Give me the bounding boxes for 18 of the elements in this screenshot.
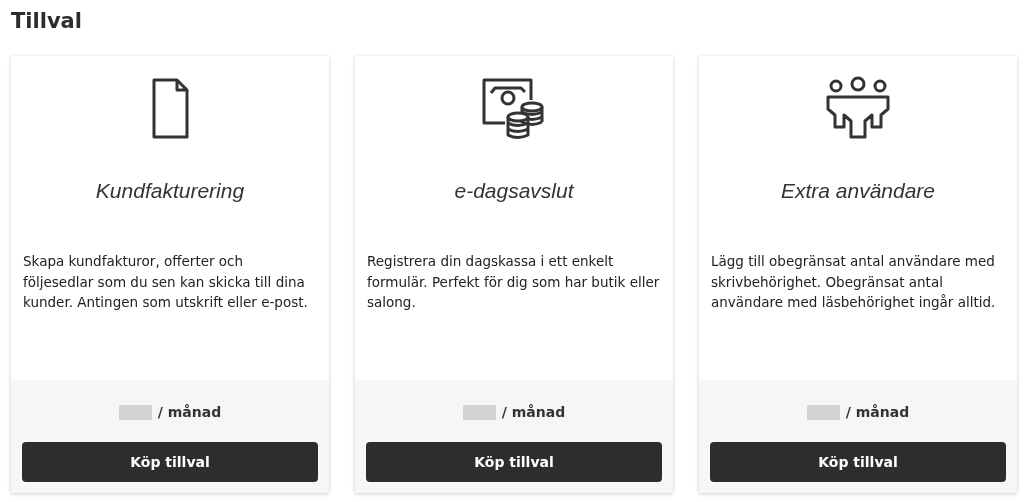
option-description: Skapa kundfakturor, offerter och följesedlar som du sen kan skicka till dina kunder. Antingen som utskrift eller e-post. — [23, 252, 309, 312]
price-placeholder — [806, 404, 840, 420]
buy-button[interactable]: Köp tillval — [22, 442, 318, 482]
page-title: Tillval — [11, 8, 83, 35]
option-description: Lägg till obegränsat antal användare med skrivbehörighet. Obegränsat antal användare med läsbehörighet ingår alltid. — [711, 252, 997, 312]
option-name: Kundfakturering — [95, 179, 245, 203]
group-icon — [825, 76, 891, 142]
price-placeholder — [462, 404, 496, 420]
price-placeholder — [118, 404, 152, 420]
option-name: Extra användare — [780, 179, 936, 203]
price-unit: / månad — [157, 404, 222, 420]
buy-button[interactable]: Köp tillval — [710, 442, 1006, 482]
banknote-coins-icon — [481, 76, 547, 142]
buy-button[interactable]: Köp tillval — [366, 442, 662, 482]
option-name: e-dagsavslut — [454, 179, 574, 203]
price-unit: / månad — [845, 404, 910, 420]
option-description: Registrera din dagskassa i ett enkelt formulär. Perfekt för dig som har butik eller salong. — [367, 252, 661, 312]
price-unit: / månad — [501, 404, 566, 420]
